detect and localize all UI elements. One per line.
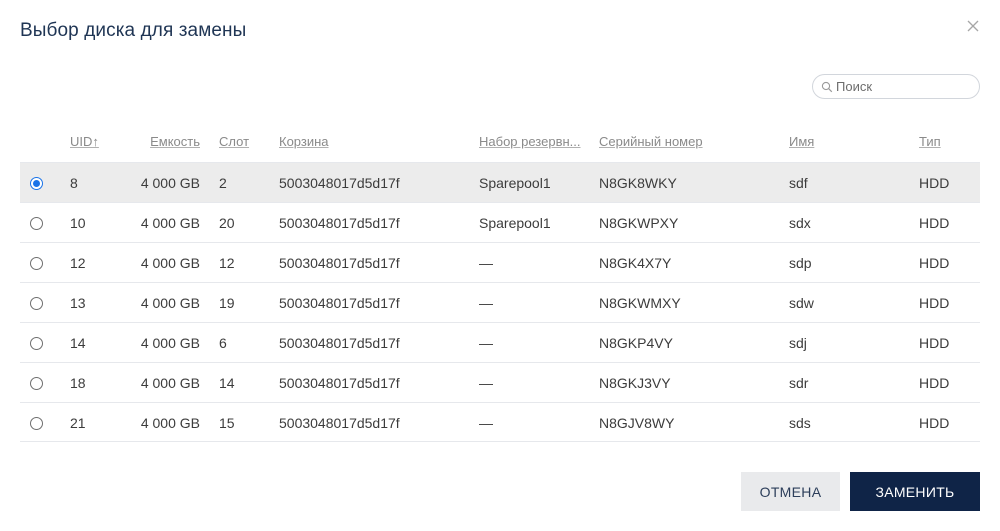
cell-serial: N8GKWPXY	[599, 215, 679, 231]
cell-type: HDD	[919, 295, 950, 311]
column-header-serial[interactable]: Серийный номер	[599, 122, 759, 162]
cell-type: HDD	[919, 415, 950, 431]
cell-enclosure: 5003048017d5d17f	[279, 215, 400, 231]
cell-type: HDD	[919, 375, 950, 391]
search-input[interactable]	[836, 76, 976, 97]
row-select-cell	[30, 323, 46, 363]
cell-enclosure: 5003048017d5d17f	[279, 415, 400, 431]
cell-serial: N8GKJ3VY	[599, 375, 671, 391]
cell-capacity: 4 000 GB	[140, 175, 200, 191]
table-row[interactable]: 10 4 000 GB 20 5003048017d5d17f Sparepool1 N8…	[20, 202, 980, 242]
cell-spare-pool: —	[479, 375, 493, 391]
table-row[interactable]: 18 4 000 GB 14 5003048017d5d17f — N8GKJ3VY sdr…	[20, 362, 980, 402]
row-select-cell	[30, 243, 46, 283]
column-header-type[interactable]: Тип	[919, 122, 979, 162]
cell-serial: N8GK8WKY	[599, 175, 677, 191]
cell-spare-pool: —	[479, 295, 493, 311]
replace-button[interactable]: ЗАМЕНИТЬ	[850, 472, 980, 511]
row-select-radio[interactable]	[30, 376, 43, 390]
cell-spare-pool: Sparepool1	[479, 215, 551, 231]
replace-disk-dialog: Выбор диска для замены UID↑ Емкость Слот…	[0, 0, 1000, 531]
cell-capacity: 4 000 GB	[140, 335, 200, 351]
cell-type: HDD	[919, 335, 950, 351]
row-select-radio[interactable]	[30, 256, 43, 270]
cell-enclosure: 5003048017d5d17f	[279, 335, 400, 351]
cell-serial: N8GJV8WY	[599, 415, 675, 431]
column-header-enclosure[interactable]: Корзина	[279, 122, 469, 162]
row-select-radio[interactable]	[30, 296, 43, 310]
cell-name: sdx	[789, 215, 811, 231]
cell-name: sdw	[789, 295, 814, 311]
row-select-radio[interactable]	[30, 216, 43, 230]
row-select-cell	[30, 363, 46, 403]
cell-capacity: 4 000 GB	[140, 375, 200, 391]
cell-name: sdf	[789, 175, 808, 191]
cell-type: HDD	[919, 175, 950, 191]
cell-capacity: 4 000 GB	[140, 295, 200, 311]
cell-enclosure: 5003048017d5d17f	[279, 375, 400, 391]
cell-slot: 20	[219, 215, 235, 231]
cell-type: HDD	[919, 255, 950, 271]
cell-serial: N8GKWMXY	[599, 295, 681, 311]
row-select-cell	[30, 203, 46, 243]
cell-enclosure: 5003048017d5d17f	[279, 255, 400, 271]
cell-slot: 12	[219, 255, 235, 271]
table-header: UID↑ Емкость Слот Корзина Набор резервн.…	[20, 122, 980, 162]
cancel-button[interactable]: ОТМЕНА	[741, 472, 840, 511]
cell-slot: 2	[219, 175, 227, 191]
row-select-cell	[30, 403, 46, 443]
cell-name: sdp	[789, 255, 812, 271]
table-row[interactable]: 84 000 GB 2 5003048017d5d17f Sparepool1 N8GK…	[20, 162, 980, 202]
cell-enclosure: 5003048017d5d17f	[279, 175, 400, 191]
table-row[interactable]: 14 4 000 GB 6 5003048017d5d17f — N8GKP4VY sdj H…	[20, 322, 980, 362]
row-select-radio[interactable]	[30, 336, 43, 350]
cell-serial: N8GKP4VY	[599, 335, 673, 351]
column-header-spare-pool[interactable]: Набор резервн...	[479, 122, 581, 162]
cell-enclosure: 5003048017d5d17f	[279, 295, 400, 311]
cell-capacity: 4 000 GB	[140, 215, 200, 231]
table-body: 84 000 GB 2 5003048017d5d17f Sparepool1 N8GK…	[20, 162, 980, 442]
search-box[interactable]	[812, 74, 980, 99]
row-select-cell	[30, 163, 46, 203]
cell-slot: 6	[219, 335, 227, 351]
cell-name: sdr	[789, 375, 809, 391]
dialog-title: Выбор диска для замены	[20, 20, 247, 41]
cell-slot: 19	[219, 295, 235, 311]
table-row[interactable]: 13 4 000 GB 19 5003048017d5d17f — N8GKWMXY sdw…	[20, 282, 980, 322]
row-select-radio[interactable]	[30, 176, 43, 190]
disk-table: UID↑ Емкость Слот Корзина Набор резервн.…	[20, 122, 980, 442]
cell-slot: 15	[219, 415, 235, 431]
column-header-capacity[interactable]: Емкость	[120, 122, 200, 162]
table-row[interactable]: 21 4 000 GB 15 5003048017d5d17f — N8GJV8WY sds…	[20, 402, 980, 442]
row-select-cell	[30, 283, 46, 323]
column-header-name[interactable]: Имя	[789, 122, 889, 162]
cell-spare-pool: Sparepool1	[479, 175, 551, 191]
search-icon	[821, 81, 833, 93]
cell-serial: N8GK4X7Y	[599, 255, 672, 271]
column-header-slot[interactable]: Слот	[219, 122, 269, 162]
cell-spare-pool: —	[479, 255, 493, 271]
cell-capacity: 4 000 GB	[140, 255, 200, 271]
cell-spare-pool: —	[479, 335, 493, 351]
cell-name: sdj	[789, 335, 807, 351]
table-row[interactable]: 12 4 000 GB 12 5003048017d5d17f — N8GK4X7Y sdp…	[20, 242, 980, 282]
cell-slot: 14	[219, 375, 235, 391]
cell-type: HDD	[919, 215, 950, 231]
row-select-radio[interactable]	[30, 416, 43, 430]
cell-name: sds	[789, 415, 811, 431]
cell-capacity: 4 000 GB	[140, 415, 200, 431]
close-icon[interactable]	[963, 16, 983, 36]
cell-spare-pool: —	[479, 415, 493, 431]
